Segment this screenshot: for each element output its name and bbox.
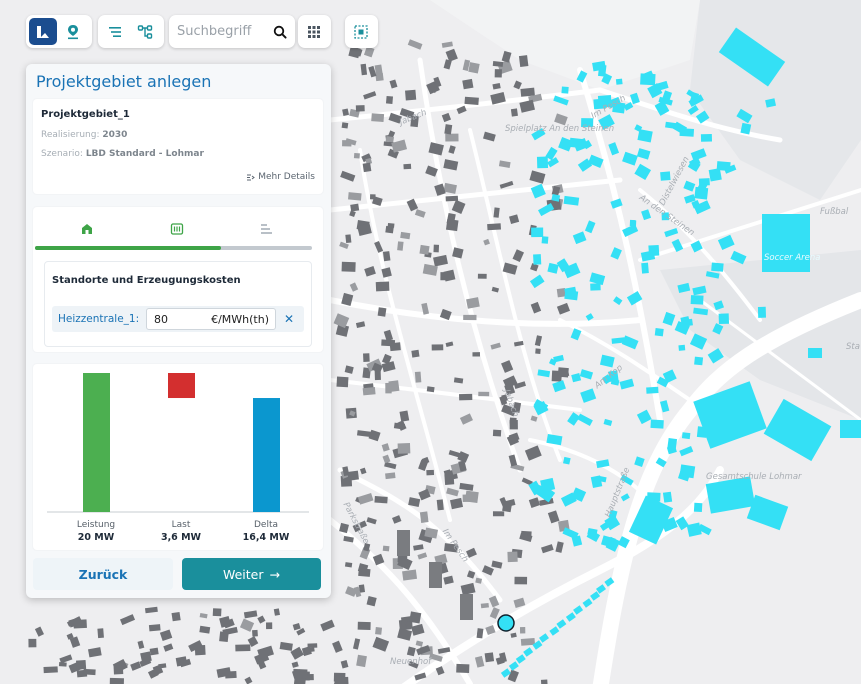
grid-button[interactable] [300, 18, 328, 45]
chart-bar-leistung [83, 373, 110, 512]
chart-value-last: 3,6 MW [160, 532, 202, 543]
view-toggle-group [26, 15, 92, 48]
chart-category-leistung: Leistung [76, 520, 116, 530]
layers-icon [37, 25, 49, 38]
place-label-spielplatz: Spielplatz An den Steinen [505, 124, 615, 134]
place-label-sta: Sta [846, 342, 860, 352]
tools-group [98, 15, 164, 48]
details-icon [247, 174, 256, 180]
place-label-neuenhof: Neuenhof [390, 657, 432, 667]
heizzentrale-row: Heizzentrale_1: €/MWh(th) ✕ [52, 306, 304, 332]
cost-input-wrapper: €/MWh(th) [146, 308, 276, 330]
grid-icon [308, 25, 320, 38]
select-area-icon [354, 24, 368, 39]
szenario-value: LBD Standard - Lohmar [85, 149, 204, 159]
back-button[interactable]: Zurück [33, 558, 173, 590]
more-details-button[interactable]: Mehr Details [246, 172, 315, 182]
chart-value-delta: 16,4 MW [242, 532, 290, 543]
szenario-line: Szenario: LBD Standard - Lohmar [41, 149, 204, 159]
realisierung-label: Realisierung: [41, 130, 100, 140]
cost-unit: €/MWh(th) [211, 312, 269, 326]
next-button[interactable]: Weiter → [182, 558, 321, 590]
realisierung-value: 2030 [102, 130, 128, 140]
chart-bar-delta [253, 398, 280, 512]
grid-group [298, 15, 331, 48]
place-label-soccer-arena: Soccer Arena [764, 253, 821, 263]
location-button[interactable] [59, 18, 87, 45]
szenario-label: Szenario: [41, 149, 83, 159]
chart-bar-last [168, 373, 195, 399]
chart-value-leistung: 20 MW [77, 532, 115, 543]
step-building[interactable] [79, 221, 95, 237]
house-icon [82, 224, 92, 234]
place-label-fussball: Fußbal [820, 207, 849, 217]
step-summary[interactable] [258, 221, 274, 237]
next-label: Weiter [222, 566, 264, 582]
panel-title: Projektgebiet anlegen [36, 72, 212, 91]
clear-cost-button[interactable]: ✕ [284, 312, 294, 326]
cost-input[interactable] [154, 312, 206, 326]
step-progress-fill [35, 246, 221, 250]
network-icon [137, 24, 153, 39]
search-input[interactable] [177, 24, 267, 39]
more-details-label: Mehr Details [258, 172, 315, 182]
bars-icon [261, 224, 272, 234]
project-info-card: Projektgebiet_1 Realisierung: 2030 Szena… [33, 99, 323, 194]
capacity-chart-card: Leistung 20 MW Last 3,6 MW Delta 16,4 MW [33, 364, 323, 550]
place-label-gesamtschule: Gesamtschule Lohmar [706, 472, 802, 482]
costs-title: Standorte und Erzeugungskosten [52, 275, 241, 286]
step-heating[interactable] [169, 221, 185, 237]
location-marker[interactable] [497, 614, 515, 632]
list-button[interactable] [101, 18, 129, 45]
map-pin-icon [68, 24, 78, 39]
step-progress-bar [35, 246, 312, 250]
list-icon [109, 26, 121, 37]
back-label: Zurück [78, 566, 128, 582]
heater-icon [170, 223, 184, 235]
network-button[interactable] [131, 18, 159, 45]
select-area-button[interactable] [347, 18, 375, 45]
chart-category-delta: Delta [253, 520, 278, 530]
project-area-panel: Projektgebiet anlegen Projektgebiet_1 Re… [26, 64, 331, 598]
heizzentrale-label: Heizzentrale_1: [58, 313, 140, 325]
realisierung-line: Realisierung: 2030 [41, 130, 127, 140]
arrow-right-icon: → [269, 566, 280, 582]
search-icon[interactable] [273, 25, 287, 39]
search-box [169, 15, 295, 48]
project-name: Projektgebiet_1 [41, 109, 130, 120]
select-area-group [345, 15, 378, 48]
layers-button[interactable] [29, 18, 57, 45]
costs-section: Standorte und Erzeugungskosten Heizzentr… [44, 261, 312, 347]
chart-category-last: Last [171, 520, 191, 530]
